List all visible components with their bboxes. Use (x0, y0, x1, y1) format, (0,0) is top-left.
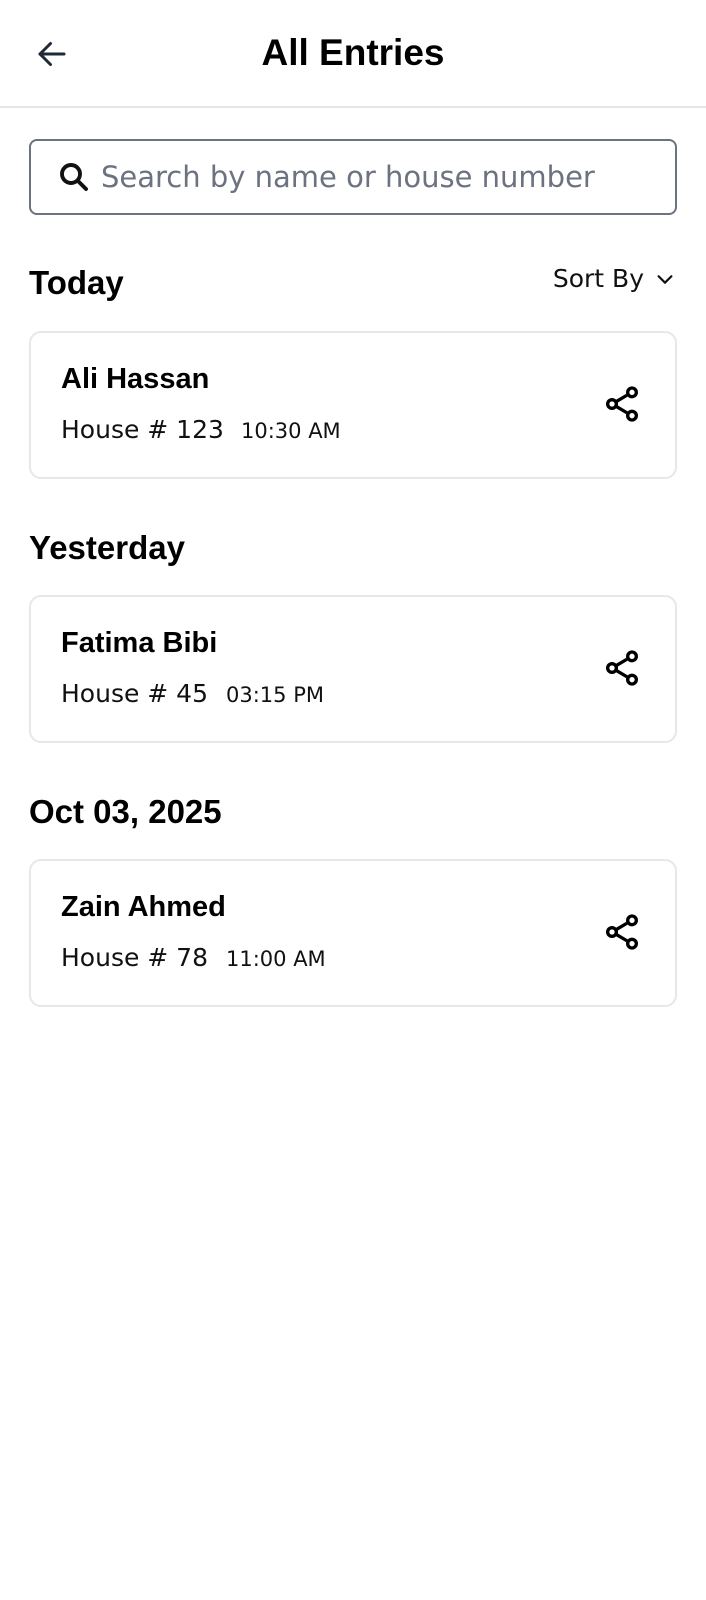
entry-time: 03:15 PM (226, 683, 324, 707)
entry-house-number: House # 123 (61, 415, 224, 444)
page-title: All Entries (261, 32, 445, 73)
entry-time: 10:30 AM (241, 419, 341, 443)
entry-name: Fatima Bibi (61, 627, 218, 659)
share-button[interactable] (595, 905, 649, 959)
share-button[interactable] (595, 641, 649, 695)
share-icon (606, 386, 638, 422)
share-icon (606, 650, 638, 686)
section-title-yesterday: Yesterday (29, 529, 185, 566)
entry-card[interactable]: Ali Hassan House # 123 10:30 AM (29, 331, 677, 479)
app-header: All Entries (0, 0, 706, 108)
search-input[interactable] (101, 160, 661, 194)
section-title-today: Today (29, 264, 124, 301)
entry-house-number: House # 78 (61, 943, 208, 972)
sort-by-button[interactable]: Sort By (553, 264, 676, 293)
chevron-down-icon (657, 274, 673, 284)
entry-card[interactable]: Fatima Bibi House # 45 03:15 PM (29, 595, 677, 743)
share-button[interactable] (595, 377, 649, 431)
search-icon (55, 158, 93, 196)
search-box[interactable] (29, 139, 677, 215)
entry-time: 11:00 AM (226, 947, 326, 971)
share-icon (606, 914, 638, 950)
section-title-date: Oct 03, 2025 (29, 793, 222, 830)
entry-name: Ali Hassan (61, 363, 210, 395)
entry-name: Zain Ahmed (61, 891, 226, 923)
entry-house-number: House # 45 (61, 679, 208, 708)
entry-card[interactable]: Zain Ahmed House # 78 11:00 AM (29, 859, 677, 1007)
sort-by-label: Sort By (552, 264, 644, 293)
